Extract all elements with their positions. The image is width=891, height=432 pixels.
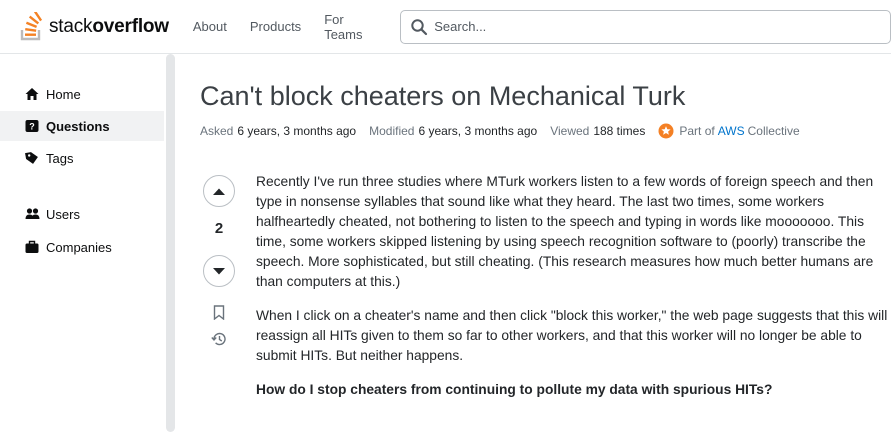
modified-value[interactable]: 6 years, 3 months ago [418, 124, 537, 138]
top-bar: stackoverflow About Products For Teams [0, 0, 891, 54]
asked-value: 6 years, 3 months ago [237, 124, 357, 138]
collective-suffix: Collective [747, 124, 800, 138]
svg-text:?: ? [29, 122, 35, 132]
bookmark-icon[interactable] [211, 304, 227, 320]
aws-collective-icon [658, 123, 674, 139]
body-paragraph: When I click on a cheater's name and the… [256, 308, 888, 363]
question-body: Recently I've run three studies where MT… [256, 172, 891, 414]
viewed-value: 188 times [593, 124, 646, 138]
sidebar-item-companies[interactable]: Companies [0, 232, 164, 262]
question-main: Can't block cheaters on Mechanical Turk … [200, 54, 891, 432]
users-icon [24, 206, 40, 222]
asked-label: Asked [200, 124, 234, 138]
downvote-arrow-icon [213, 267, 225, 274]
collective-badge: Part of AWS Collective [658, 123, 800, 139]
nav-for-teams-link[interactable]: For Teams [314, 6, 391, 48]
nav-products-link[interactable]: Products [240, 13, 311, 40]
vote-count: 2 [214, 220, 224, 237]
questions-icon: ? [24, 118, 40, 134]
tag-icon [24, 150, 40, 166]
nav-about-link[interactable]: About [183, 13, 237, 40]
search-icon [411, 18, 428, 35]
sidebar-item-label: Home [46, 86, 81, 102]
body-paragraph: Recently I've run three studies where MT… [256, 174, 874, 289]
question-title[interactable]: Can't block cheaters on Mechanical Turk [200, 81, 685, 112]
modified-label: Modified [369, 124, 415, 138]
sidebar-item-label: Questions [46, 118, 110, 134]
briefcase-icon [24, 239, 40, 255]
sidebar-item-label: Tags [46, 150, 74, 166]
viewed-label: Viewed [550, 124, 590, 138]
upvote-arrow-icon [213, 188, 225, 195]
site-logo[interactable]: stackoverflow [20, 7, 169, 47]
home-icon [24, 86, 40, 102]
sidebar-scrollbar[interactable] [166, 54, 175, 432]
history-icon[interactable] [211, 331, 227, 347]
top-nav: About Products For Teams [183, 6, 394, 48]
sidebar-item-tags[interactable]: Tags [0, 143, 164, 173]
sidebar-item-home[interactable]: Home [0, 79, 164, 109]
question-meta: Asked 6 years, 3 months ago Modified 6 y… [200, 123, 800, 139]
upvote-button[interactable] [203, 175, 235, 207]
logo-wordmark: stackoverflow [49, 15, 169, 37]
search-box[interactable] [400, 9, 891, 44]
body-question-bold: How do I stop cheaters from continuing t… [256, 382, 773, 397]
sidebar-item-label: Users [46, 206, 80, 222]
downvote-button[interactable] [203, 255, 235, 287]
search-input[interactable] [434, 19, 875, 34]
sidebar-item-label: Companies [46, 239, 112, 255]
stackoverflow-logo-icon [20, 11, 43, 40]
sidebar-item-questions[interactable]: ? Questions [0, 111, 164, 141]
sidebar-item-users[interactable]: Users [0, 199, 164, 229]
collective-prefix: Part of [679, 124, 715, 138]
aws-collective-link[interactable]: AWS [718, 124, 745, 138]
left-sidebar: Home ? Questions Tags Users Companies [0, 54, 164, 432]
